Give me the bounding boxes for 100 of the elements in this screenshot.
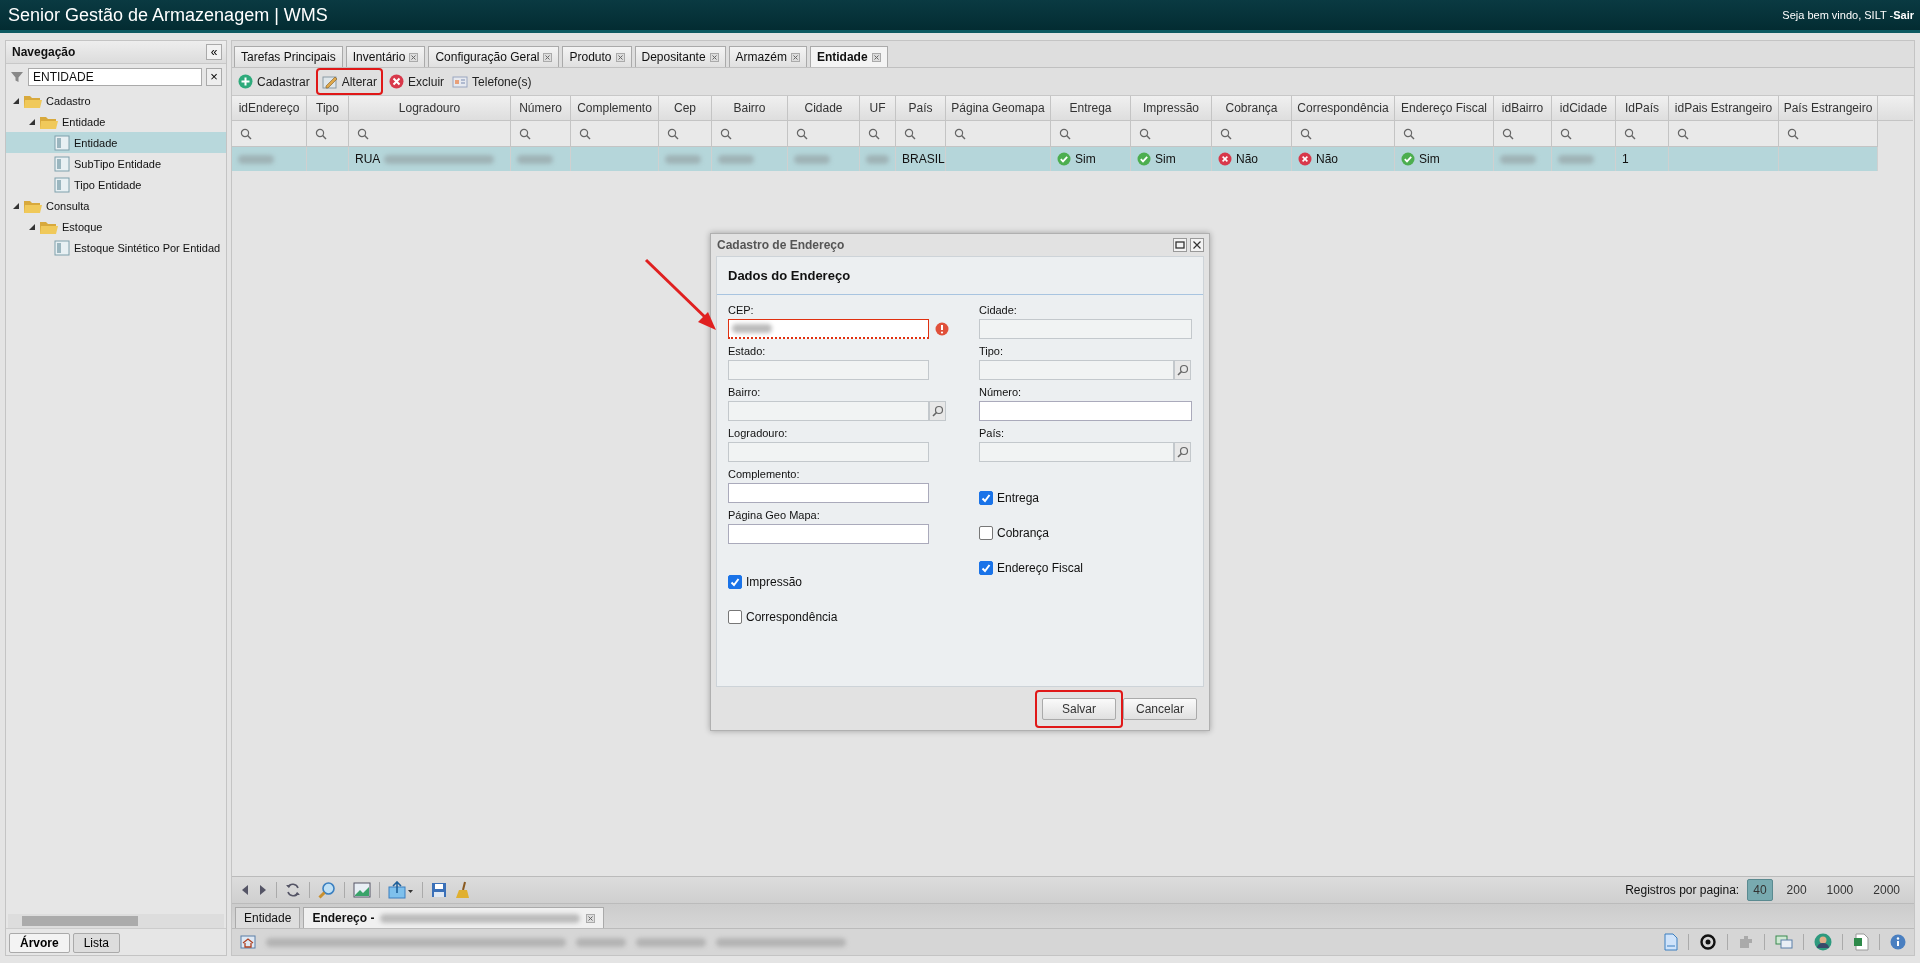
column-header[interactable]: idBairro bbox=[1494, 96, 1552, 121]
checkbox-label: Correspondência bbox=[746, 609, 838, 624]
tab-label: Armazém bbox=[735, 50, 787, 64]
column-header[interactable]: Correspondência bbox=[1292, 96, 1395, 121]
view-tab[interactable]: Lista bbox=[72, 933, 121, 953]
column-header[interactable]: Entrega bbox=[1051, 96, 1131, 121]
table-cell: Não bbox=[1236, 152, 1258, 166]
table-cell: Sim bbox=[1155, 152, 1176, 166]
column-header[interactable]: País Estrangeiro bbox=[1779, 96, 1878, 121]
page-size-option[interactable]: 200 bbox=[1780, 879, 1813, 901]
tree-item[interactable]: Estoque Sintético Por Entidad bbox=[6, 237, 226, 258]
column-header[interactable]: Logradouro bbox=[349, 96, 511, 121]
field-label: Cidade: bbox=[979, 304, 1018, 317]
tab-label: Inventário bbox=[352, 50, 406, 64]
dialog-button[interactable]: Cancelar bbox=[1123, 697, 1197, 720]
column-header[interactable]: Página Geomapa bbox=[946, 96, 1051, 121]
panel-title: Navegação bbox=[12, 45, 76, 59]
tree-item[interactable]: Tipo Entidade bbox=[6, 174, 226, 195]
tab-label: Endereço - bbox=[312, 911, 375, 925]
dialog-title: Cadastro de Endereço bbox=[717, 238, 845, 252]
page-size-option[interactable]: 40 bbox=[1747, 879, 1773, 901]
tree-label: Estoque Sintético Por Entidad bbox=[74, 241, 221, 254]
table-row[interactable]: RUA BRASIL Sim Sim Não Não Sim 1 bbox=[232, 147, 1914, 171]
clear-button[interactable]: × bbox=[206, 68, 222, 86]
toolbar-button[interactable]: Alterar bbox=[319, 72, 380, 91]
checkbox-label: Impressão bbox=[746, 574, 803, 589]
tab-label: Entidade bbox=[816, 50, 868, 64]
tree-item[interactable]: Entidade bbox=[6, 111, 226, 132]
field-label: Complemento: bbox=[728, 468, 801, 481]
tab[interactable]: Armazém bbox=[728, 46, 807, 67]
tab[interactable]: Tarefas Principais bbox=[234, 46, 343, 67]
field-label: Tipo: bbox=[979, 345, 1005, 358]
field-label: Página Geo Mapa: bbox=[728, 509, 821, 522]
checkbox-label: Cobrança bbox=[997, 525, 1050, 540]
tab-label: Configuração Geral bbox=[435, 50, 540, 64]
tree-label: Estoque bbox=[62, 220, 103, 233]
column-header[interactable]: idPais Estrangeiro bbox=[1669, 96, 1779, 121]
field-label: Logradouro: bbox=[728, 427, 789, 440]
tab[interactable]: Entidade bbox=[235, 907, 301, 928]
tab[interactable]: Depositante bbox=[634, 46, 726, 67]
tree-label: Tipo Entidade bbox=[74, 178, 142, 191]
welcome-text: Seja bem vindo, SILT - bbox=[1782, 9, 1894, 21]
field-label: Estado: bbox=[728, 345, 767, 358]
column-header[interactable]: Complemento bbox=[571, 96, 659, 121]
tree-item[interactable]: Consulta bbox=[6, 195, 226, 216]
section-title: Dados do Endereço bbox=[717, 257, 1203, 295]
table-cell: Não bbox=[1316, 152, 1338, 166]
tree-item[interactable]: Estoque bbox=[6, 216, 226, 237]
column-header[interactable]: IdPaís bbox=[1616, 96, 1669, 121]
column-header[interactable]: País bbox=[896, 96, 946, 121]
tab-label: Depositante bbox=[641, 50, 706, 64]
tree-label: Cadastro bbox=[46, 94, 91, 107]
field-label: País: bbox=[979, 427, 1006, 440]
tree-label: Consulta bbox=[46, 199, 90, 212]
column-header[interactable]: Tipo bbox=[307, 96, 349, 121]
field-label: Bairro: bbox=[728, 386, 762, 399]
filter-field[interactable]: ENTIDADE bbox=[28, 68, 202, 86]
column-header[interactable]: idEndereço bbox=[232, 96, 307, 121]
table-cell: RUA bbox=[355, 152, 381, 166]
tree-label: Entidade bbox=[62, 115, 106, 128]
column-header[interactable]: Cidade bbox=[788, 96, 860, 121]
page-size-label: Registros por pagina: bbox=[1625, 883, 1740, 897]
tab-label: Tarefas Principais bbox=[241, 50, 336, 64]
dialog-button[interactable]: Salvar bbox=[1042, 697, 1116, 720]
page-size-option[interactable]: 2000 bbox=[1867, 879, 1906, 901]
tree-label: Entidade bbox=[74, 136, 118, 149]
table-cell: Sim bbox=[1419, 152, 1440, 166]
column-header[interactable]: Número bbox=[511, 96, 571, 121]
column-header[interactable]: UF bbox=[860, 96, 896, 121]
tab-label: Entidade bbox=[244, 911, 292, 925]
toolbar-button[interactable]: Telefone(s) bbox=[450, 72, 534, 91]
tree-item[interactable]: Cadastro bbox=[6, 90, 226, 111]
tab[interactable]: Inventário bbox=[345, 46, 426, 67]
table-cell: Sim bbox=[1075, 152, 1096, 166]
page-size-option[interactable]: 1000 bbox=[1820, 879, 1860, 901]
logout-link[interactable]: Sair bbox=[1893, 9, 1914, 21]
checkbox-label: Entrega bbox=[997, 490, 1040, 505]
tree-label: SubTipo Entidade bbox=[74, 157, 162, 170]
collapse-button[interactable]: « bbox=[206, 44, 222, 60]
column-header[interactable]: Bairro bbox=[712, 96, 788, 121]
column-header[interactable]: Endereço Fiscal bbox=[1395, 96, 1494, 121]
table-cell: BRASIL bbox=[902, 152, 945, 166]
column-header[interactable]: Cep bbox=[659, 96, 712, 121]
toolbar-button[interactable]: Cadastrar bbox=[236, 72, 312, 91]
tab[interactable]: Entidade bbox=[809, 46, 888, 67]
tab[interactable]: Configuração Geral bbox=[428, 46, 560, 67]
field-label: Número: bbox=[979, 386, 1023, 399]
tree-item[interactable]: SubTipo Entidade bbox=[6, 153, 226, 174]
tab[interactable]: Endereço - bbox=[303, 907, 605, 928]
tab-label: Produto bbox=[569, 50, 612, 64]
checkbox-label: Endereço Fiscal bbox=[997, 560, 1084, 575]
view-tab[interactable]: Árvore bbox=[9, 933, 70, 953]
column-header[interactable]: Impressão bbox=[1131, 96, 1212, 121]
tree-item[interactable]: Entidade bbox=[6, 132, 226, 153]
column-header[interactable]: Cobrança bbox=[1212, 96, 1292, 121]
field-label: CEP: bbox=[728, 304, 755, 317]
tab[interactable]: Produto bbox=[562, 46, 632, 67]
app-title: Senior Gestão de Armazenagem | WMS bbox=[8, 4, 329, 26]
column-header[interactable]: idCidade bbox=[1552, 96, 1616, 121]
toolbar-button[interactable]: Excluir bbox=[387, 72, 447, 91]
